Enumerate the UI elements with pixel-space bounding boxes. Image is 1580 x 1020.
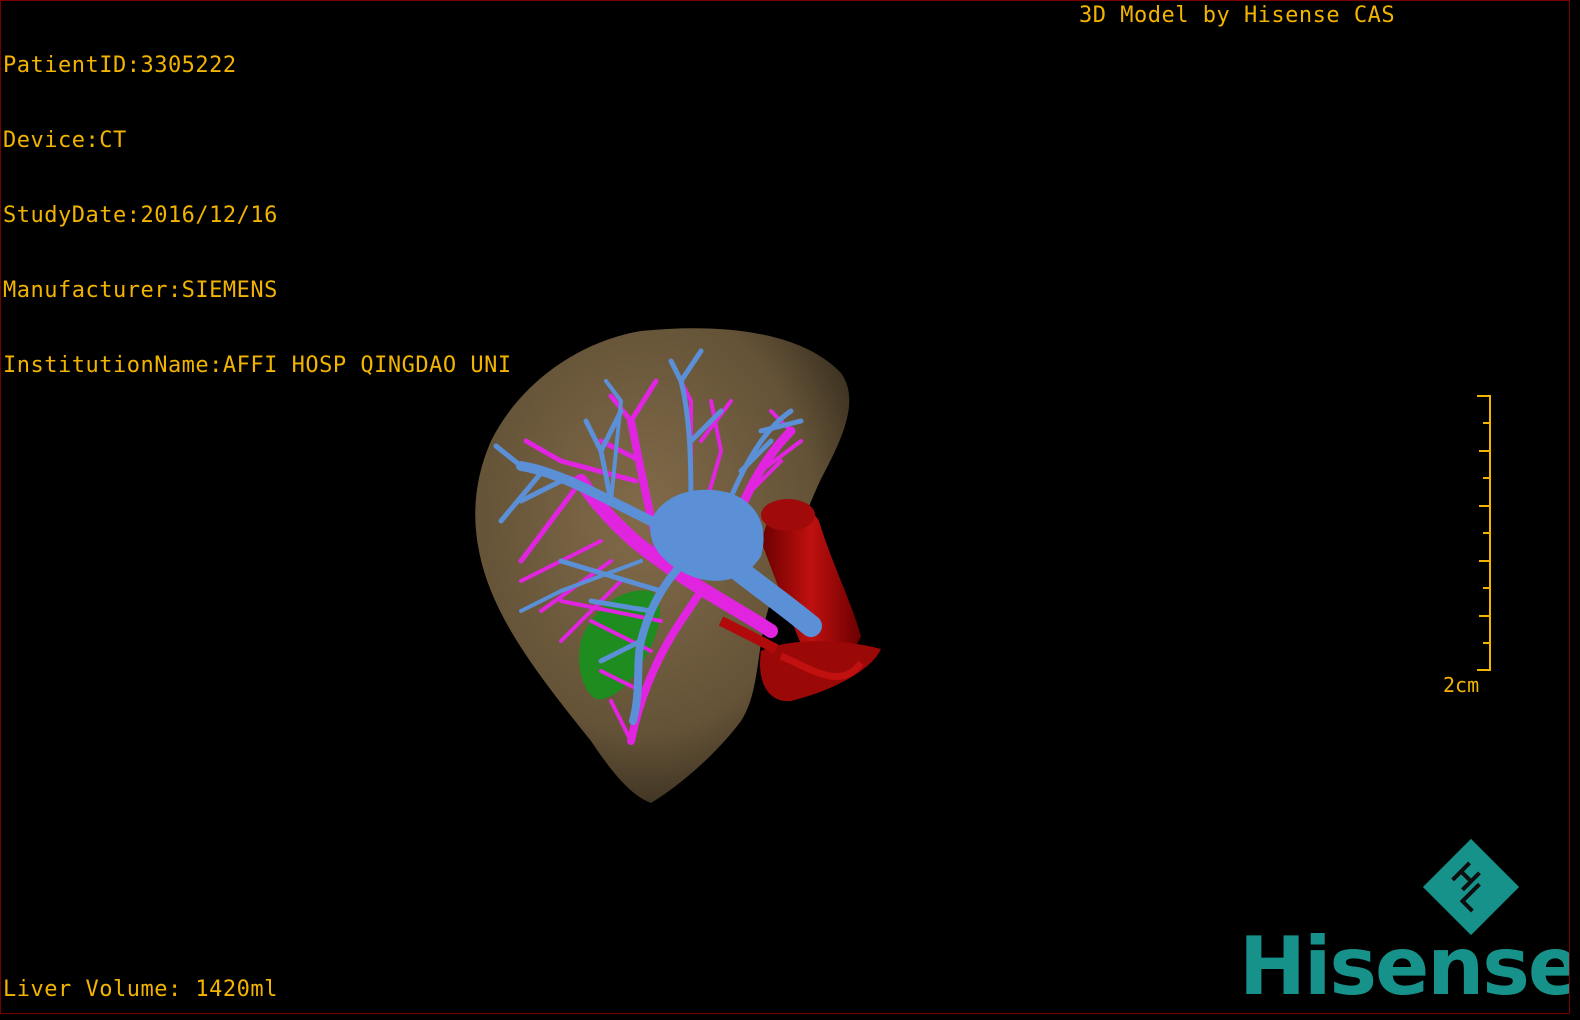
scale-bar: [1477, 395, 1491, 671]
scale-ticks: [1477, 395, 1490, 671]
3d-viewport[interactable]: PatientID:3305222 Device:CT StudyDate:20…: [0, 0, 1570, 1014]
hisense-brand-wordmark: Hisense: [1239, 920, 1570, 1013]
liver-3d-model[interactable]: [1, 1, 1569, 1013]
liver-volume-text: Liver Volume: 1420ml: [3, 977, 278, 1002]
scale-label: 2cm: [1443, 673, 1480, 697]
